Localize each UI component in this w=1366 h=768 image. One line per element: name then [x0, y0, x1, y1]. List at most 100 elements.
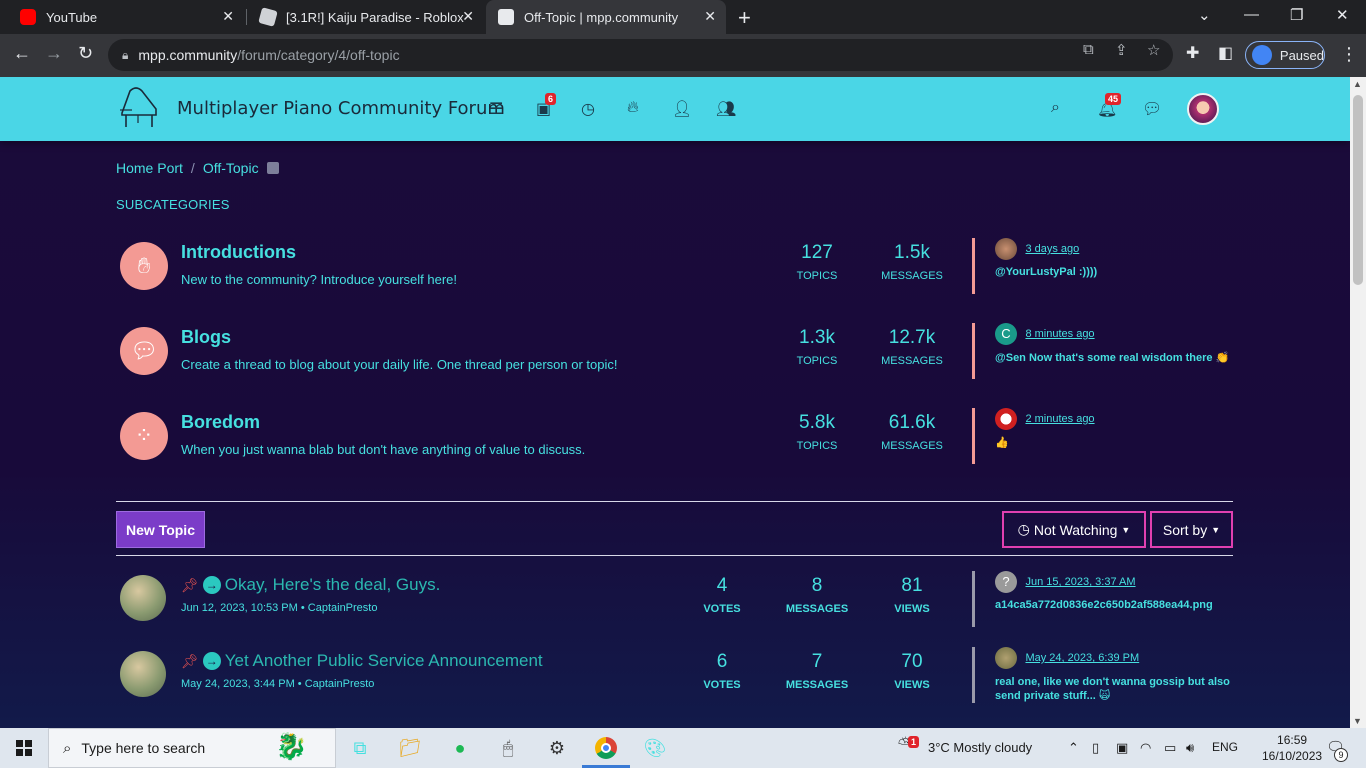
- last-post-time[interactable]: 3 days ago: [1025, 243, 1079, 255]
- close-icon[interactable]: ✕: [462, 8, 474, 25]
- topic-title[interactable]: Okay, Here's the deal, Guys.: [225, 575, 441, 595]
- category-name[interactable]: Boredom: [181, 412, 260, 433]
- avatar[interactable]: [995, 408, 1017, 430]
- caret-down-icon: ▼: [1121, 524, 1131, 535]
- new-topic-button[interactable]: New Topic: [116, 511, 205, 548]
- clock-time: 16:59: [1277, 733, 1308, 747]
- scroll-down-icon[interactable]: ▼: [1353, 716, 1362, 726]
- topic-title-line: 📌︎ → Okay, Here's the deal, Guys.: [181, 575, 440, 595]
- page-scrollbar[interactable]: ▲ ▼: [1350, 77, 1366, 728]
- last-post-time[interactable]: 8 minutes ago: [1025, 328, 1094, 340]
- avatar[interactable]: [995, 238, 1017, 260]
- last-post-text[interactable]: real one, like we don't wanna gossip but…: [995, 675, 1232, 703]
- avatar[interactable]: ?: [995, 571, 1017, 593]
- last-post: ? Jun 15, 2023, 3:37 AM a14ca5a772d0836e…: [972, 571, 1232, 627]
- open-in-app-icon[interactable]: ⧉: [1083, 41, 1094, 58]
- windows-start-icon[interactable]: [16, 740, 32, 756]
- category-name[interactable]: Blogs: [181, 327, 231, 348]
- paint-icon[interactable]: 🎨︎: [643, 736, 667, 760]
- volume-icon[interactable]: 🔊︎: [1186, 740, 1194, 756]
- wifi-icon[interactable]: ◠: [1140, 740, 1151, 756]
- last-post-time[interactable]: May 24, 2023, 6:39 PM: [1025, 652, 1139, 664]
- mouse-app-icon[interactable]: 🖱︎: [496, 736, 520, 760]
- chrome-menu-icon[interactable]: ⋮: [1340, 44, 1358, 65]
- close-icon[interactable]: ✕: [704, 8, 716, 25]
- last-post-text[interactable]: 👍: [995, 436, 1095, 449]
- browser-toolbar: ← → ↻ 🔒︎ mpp.community/forum/category/4/…: [0, 34, 1366, 77]
- youtube-icon: [20, 9, 36, 25]
- share-icon[interactable]: ⇪: [1115, 41, 1128, 59]
- close-icon[interactable]: ✕: [222, 8, 234, 25]
- breadcrumb-home-link[interactable]: Home Port: [116, 160, 183, 176]
- hand-icon[interactable]: ✋︎: [120, 242, 168, 290]
- user-icon[interactable]: 👤︎: [672, 99, 692, 119]
- weather-text[interactable]: 3°C Mostly cloudy: [928, 740, 1032, 755]
- category-description: When you just wanna blab but don't have …: [181, 442, 586, 457]
- meet-icon[interactable]: ▣: [1116, 740, 1128, 756]
- chat-icon[interactable]: 💬︎: [1142, 99, 1162, 119]
- last-post: May 24, 2023, 6:39 PM real one, like we …: [972, 647, 1232, 703]
- spinner-icon[interactable]: ⁘: [120, 412, 168, 460]
- dragon-search-highlight-icon: 🐉: [275, 731, 308, 761]
- taskbar-clock[interactable]: 16:59 16/10/2023: [1262, 732, 1322, 764]
- last-post: 3 days ago @YourLustyPal :)))): [972, 238, 1097, 294]
- tab-search-chevron-icon[interactable]: ⌄: [1198, 6, 1211, 24]
- reload-icon[interactable]: ↻: [78, 43, 93, 64]
- device-icon[interactable]: ▯: [1092, 740, 1099, 756]
- file-explorer-icon[interactable]: 📁︎: [398, 736, 422, 760]
- tab-title: Off-Topic | mpp.community: [524, 9, 679, 25]
- language-indicator[interactable]: ENG: [1212, 740, 1238, 754]
- clock-date: 16/10/2023: [1262, 749, 1323, 763]
- new-tab-icon[interactable]: +: [738, 5, 751, 31]
- taskbar-search-input[interactable]: ⌕ Type here to search 🐉: [48, 728, 336, 768]
- search-icon[interactable]: ⌕: [1051, 99, 1060, 117]
- chat-bubble-icon[interactable]: 💬︎: [120, 327, 168, 375]
- sort-dropdown[interactable]: Sort by ▼: [1150, 511, 1233, 548]
- battery-icon[interactable]: ▭: [1164, 740, 1176, 756]
- popular-fire-icon[interactable]: 🔥︎: [627, 99, 639, 117]
- show-hidden-icons-icon[interactable]: ⌃: [1068, 740, 1079, 756]
- categories-list-icon[interactable]: ☰: [489, 99, 503, 119]
- watch-dropdown[interactable]: ◷ Not Watching ▼: [1002, 511, 1146, 548]
- clock-icon: ◷: [1017, 521, 1030, 537]
- back-icon[interactable]: ←: [13, 43, 31, 64]
- piano-logo-icon[interactable]: [116, 83, 162, 129]
- site-title[interactable]: Multiplayer Piano Community Forum: [177, 98, 505, 119]
- topic-meta: Jun 12, 2023, 10:53 PM • CaptainPresto: [181, 602, 378, 614]
- chrome-icon[interactable]: [594, 736, 618, 760]
- last-post-text[interactable]: @YourLustyPal :)))): [995, 266, 1097, 278]
- bookmark-star-icon[interactable]: ☆: [1147, 41, 1160, 59]
- user-avatar[interactable]: [1187, 93, 1219, 125]
- restore-icon[interactable]: ❐: [1290, 6, 1303, 24]
- scroll-up-icon[interactable]: ▲: [1353, 79, 1362, 89]
- last-post-time[interactable]: 2 minutes ago: [1025, 413, 1094, 425]
- side-panel-icon[interactable]: ◧: [1218, 43, 1233, 63]
- tab-youtube[interactable]: YouTube ✕: [8, 0, 244, 34]
- category-name[interactable]: Introductions: [181, 242, 296, 263]
- profile-button[interactable]: Paused: [1245, 41, 1325, 69]
- last-post-text[interactable]: a14ca5a772d0836e2c650b2af588ea44.png: [995, 599, 1232, 611]
- category-row: ✋︎ Introductions New to the community? I…: [116, 238, 1233, 308]
- scrollbar-thumb[interactable]: [1353, 95, 1363, 285]
- divider: [116, 501, 1233, 502]
- settings-gear-icon[interactable]: ⚙: [545, 736, 569, 760]
- extensions-icon[interactable]: ✚: [1186, 43, 1199, 63]
- spotify-icon[interactable]: ●: [448, 736, 472, 760]
- avatar[interactable]: C: [995, 323, 1017, 345]
- minimize-icon[interactable]: —: [1244, 6, 1259, 23]
- rss-icon[interactable]: [266, 162, 279, 174]
- tab-mpp-community[interactable]: Off-Topic | mpp.community ✕: [486, 0, 726, 34]
- last-post-text[interactable]: @Sen Now that's some real wisdom there 👏: [995, 351, 1229, 364]
- last-post-time[interactable]: Jun 15, 2023, 3:37 AM: [1025, 576, 1135, 588]
- avatar[interactable]: [995, 647, 1017, 669]
- avatar[interactable]: [120, 651, 166, 697]
- groups-icon[interactable]: 👥︎: [716, 99, 736, 119]
- task-view-icon[interactable]: ⧉: [348, 736, 372, 760]
- recent-clock-icon[interactable]: ◷: [581, 99, 595, 119]
- window-close-icon[interactable]: ✕: [1336, 6, 1349, 24]
- forward-icon[interactable]: →: [45, 43, 63, 64]
- tab-roblox[interactable]: [3.1R!] Kaiju Paradise - Roblox ✕: [248, 0, 484, 34]
- avatar[interactable]: [120, 575, 166, 621]
- topic-title[interactable]: Yet Another Public Service Announcement: [225, 651, 543, 671]
- address-bar[interactable]: 🔒︎ mpp.community/forum/category/4/off-to…: [108, 39, 1173, 71]
